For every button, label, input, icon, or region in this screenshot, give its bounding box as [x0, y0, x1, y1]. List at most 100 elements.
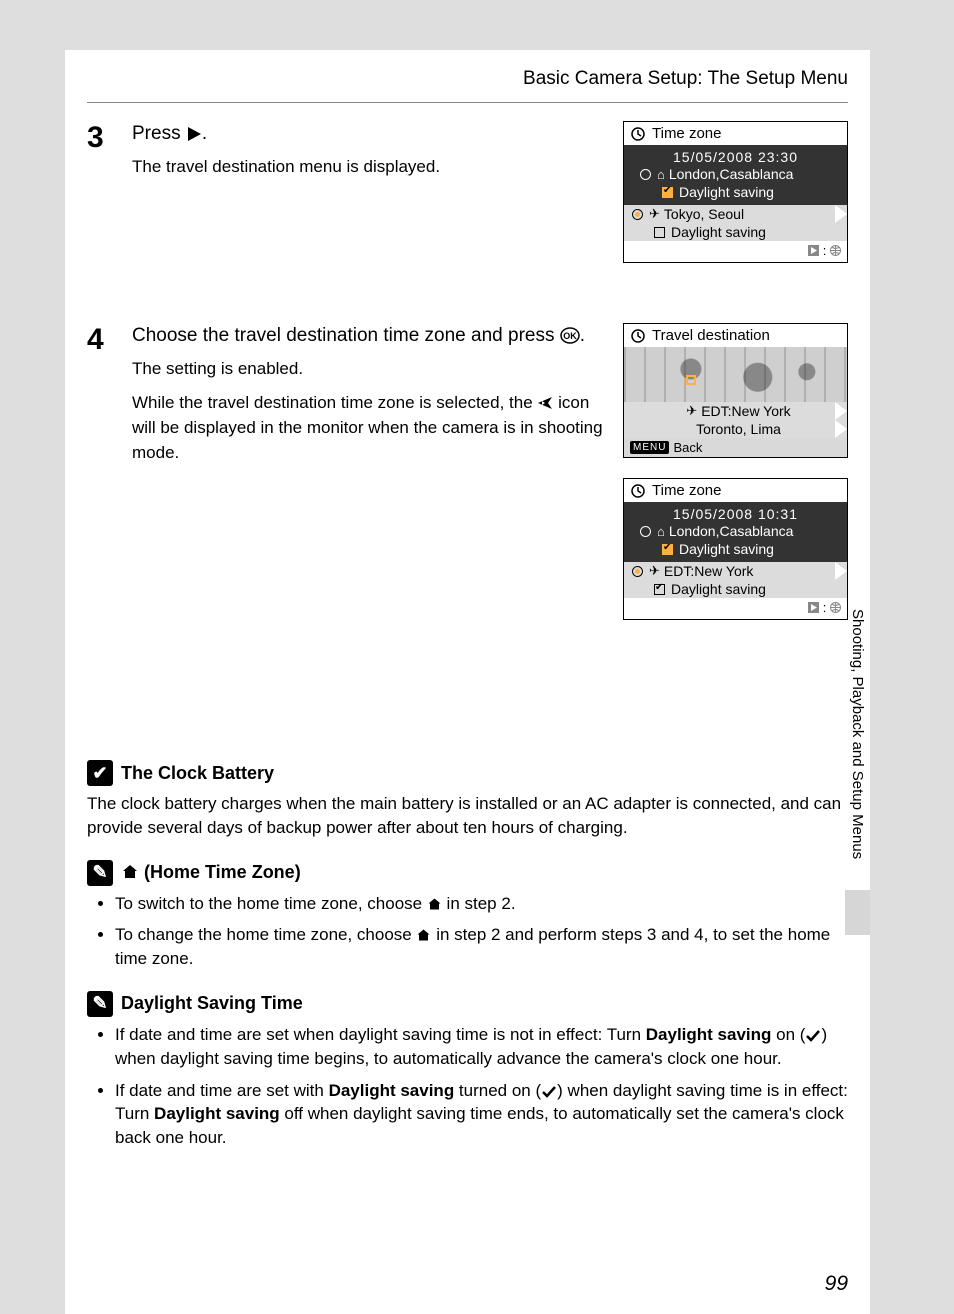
airplane-icon: ✈ — [649, 563, 660, 579]
page-header: Basic Camera Setup: The Setup Menu — [87, 68, 848, 90]
lcd-home-dst: Daylight saving — [679, 541, 774, 557]
pencil-badge-icon: ✎ — [87, 860, 113, 886]
lcd-title-row: Time zone — [624, 122, 847, 145]
page: Basic Camera Setup: The Setup Menu 3 Pre… — [65, 50, 870, 1314]
globe-small-icon — [830, 245, 841, 256]
world-map — [624, 347, 847, 402]
radio-on-icon — [632, 209, 643, 220]
lcd-dest-row: ✈ EDT:New York — [624, 562, 847, 580]
note-heading: ✎ (Home Time Zone) — [87, 860, 848, 886]
clock-world-icon — [630, 126, 646, 142]
text: on ( — [771, 1025, 805, 1044]
step-content: Choose the travel destination time zone … — [132, 323, 623, 640]
text: . — [202, 123, 207, 144]
step-number: 4 — [87, 323, 132, 640]
lcd-dest-dst: Daylight saving — [671, 581, 766, 597]
airplane-icon — [537, 395, 553, 411]
checkbox-on-icon — [662, 544, 673, 555]
note-list: If date and time are set when daylight s… — [87, 1023, 848, 1150]
ok-button-icon: OK — [560, 327, 580, 344]
lcd-map-line1: ✈ EDT:New York — [624, 402, 847, 420]
back-label: Back — [673, 440, 702, 455]
airplane-icon: ✈ — [686, 403, 697, 419]
lcd-dest-row: ✈ Tokyo, Seoul — [624, 205, 847, 223]
lcd-dest-dst-row: Daylight saving — [624, 223, 847, 241]
lcd-title: Time zone — [652, 125, 721, 142]
home-icon: ⌂ — [657, 167, 665, 182]
svg-text:OK: OK — [563, 331, 577, 341]
step-title: Choose the travel destination time zone … — [132, 323, 613, 349]
page-number: 99 — [825, 1272, 848, 1296]
home-icon — [416, 928, 431, 943]
radio-icon — [640, 169, 651, 180]
text: (Home Time Zone) — [139, 862, 301, 882]
lcd-panel-timezone-1: Time zone 15/05/2008 23:30 ⌂ London,Casa… — [623, 121, 848, 263]
step-body: The setting is enabled. — [132, 357, 613, 382]
note-heading: ✎ Daylight Saving Time — [87, 991, 848, 1017]
text: While the travel destination time zone i… — [132, 393, 537, 412]
play-right-icon — [186, 126, 202, 142]
lcd-dark-block: 15/05/2008 10:31 ⌂ London,Casablanca Day… — [624, 502, 847, 562]
pencil-badge-icon: ✎ — [87, 991, 113, 1017]
clock-world-icon — [630, 483, 646, 499]
lcd-home-dst: Daylight saving — [679, 184, 774, 200]
text: If date and time are set with — [115, 1081, 329, 1100]
text: If date and time are set when daylight s… — [115, 1025, 646, 1044]
lcd-home-dst-row: Daylight saving — [632, 540, 839, 558]
home-icon — [121, 863, 139, 881]
step-content: Press . The travel destination menu is d… — [132, 121, 623, 283]
note-body: The clock battery charges when the main … — [87, 792, 848, 840]
radio-icon — [640, 526, 651, 537]
lcd-dest-dst: Daylight saving — [671, 224, 766, 240]
lcd-column: Time zone 15/05/2008 23:30 ⌂ London,Casa… — [623, 121, 848, 283]
home-icon — [427, 897, 442, 912]
bold-text: Daylight saving — [154, 1104, 280, 1123]
lcd-dest-dst-row: Daylight saving — [624, 580, 847, 598]
checkbox-on-icon — [662, 187, 673, 198]
step-4: 4 Choose the travel destination time zon… — [87, 323, 848, 640]
check-icon — [541, 1085, 557, 1099]
text: Press — [132, 123, 186, 144]
checkbox-off-icon — [654, 227, 665, 238]
side-tab: Shooting, Playback and Setup Menus — [845, 605, 870, 935]
text: EDT:New York — [701, 403, 790, 419]
lcd-datetime: 15/05/2008 10:31 — [632, 506, 839, 522]
lcd-home-label: London,Casablanca — [669, 166, 794, 182]
note-list: To switch to the home time zone, choose … — [87, 892, 848, 971]
lcd-title-row: Time zone — [624, 479, 847, 502]
list-item: To change the home time zone, choose in … — [115, 923, 848, 971]
play-small-icon — [808, 602, 819, 613]
airplane-icon: ✈ — [649, 206, 660, 222]
map-cursor — [686, 375, 696, 385]
text: in step 2. — [442, 894, 516, 913]
text: Choose the travel destination time zone … — [132, 325, 560, 346]
list-item: If date and time are set with Daylight s… — [115, 1079, 848, 1150]
play-small-icon — [808, 245, 819, 256]
menu-badge: MENU — [630, 441, 669, 454]
text: Toronto, Lima — [696, 421, 781, 437]
lcd-footer: : — [624, 598, 847, 619]
bold-text: Daylight saving — [329, 1081, 455, 1100]
text: . — [580, 325, 585, 346]
clock-world-icon — [630, 328, 646, 344]
lcd-home-row: ⌂ London,Casablanca — [632, 522, 839, 540]
lcd-dest-label: EDT:New York — [664, 563, 753, 579]
lcd-title-row: Travel destination — [624, 324, 847, 347]
note-title: (Home Time Zone) — [121, 862, 301, 883]
lcd-home-dst-row: Daylight saving — [632, 183, 839, 201]
list-item: To switch to the home time zone, choose … — [115, 892, 848, 916]
home-icon: ⌂ — [657, 524, 665, 539]
bold-text: Daylight saving — [646, 1025, 772, 1044]
lcd-dest-label: Tokyo, Seoul — [664, 206, 744, 222]
step-number: 3 — [87, 121, 132, 283]
list-item: If date and time are set when daylight s… — [115, 1023, 848, 1071]
note-title: Daylight Saving Time — [121, 993, 303, 1014]
note-home-timezone: ✎ (Home Time Zone) To switch to the home… — [87, 860, 848, 971]
lcd-panel-travel-dest: Travel destination ✈ EDT:New York Toront… — [623, 323, 848, 458]
text: To change the home time zone, choose — [115, 925, 416, 944]
note-clock-battery: ✔ The Clock Battery The clock battery ch… — [87, 760, 848, 840]
checkbox-on-icon — [654, 584, 665, 595]
notes-section: ✔ The Clock Battery The clock battery ch… — [87, 760, 848, 1150]
lcd-title: Travel destination — [652, 327, 770, 344]
step-title: Press . — [132, 121, 613, 147]
